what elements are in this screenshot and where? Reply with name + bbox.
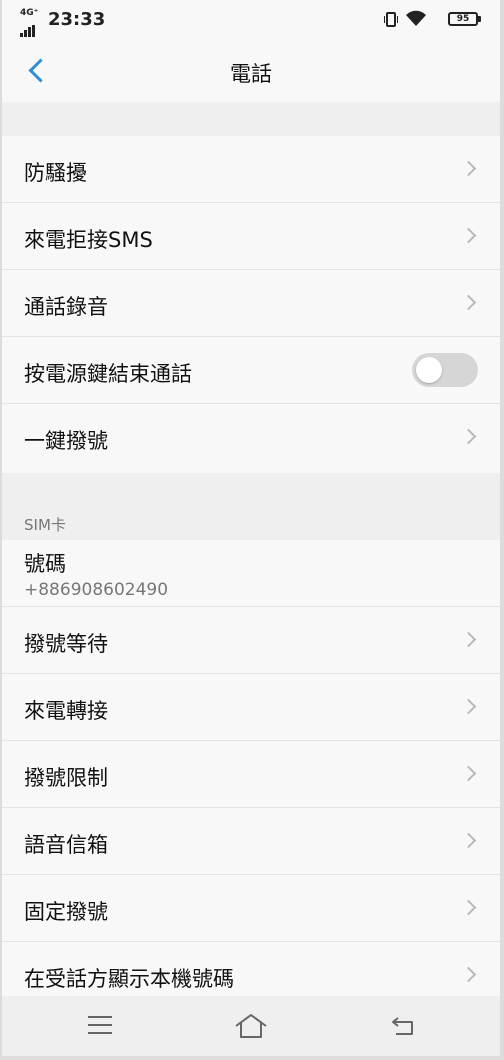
- chevron-right-icon: [460, 899, 477, 916]
- section-header-sim: SIM卡: [2, 473, 500, 540]
- settings-item-speed-dial[interactable]: 一鍵撥號: [2, 404, 500, 471]
- return-icon[interactable]: [390, 1014, 416, 1038]
- section-spacer: [2, 102, 500, 136]
- network-type: 4G⁺: [20, 8, 39, 18]
- chevron-right-icon: [460, 631, 477, 648]
- settings-item-fixed-dialing[interactable]: 固定撥號: [2, 875, 500, 942]
- settings-item-label: 一鍵撥號: [24, 429, 108, 453]
- settings-item-label: 防騷擾: [24, 161, 87, 185]
- system-nav-bar: [2, 996, 500, 1056]
- cellular-signal-icon: 4G⁺: [20, 8, 44, 37]
- chevron-right-icon: [460, 160, 477, 177]
- vibrate-icon: [384, 12, 398, 27]
- settings-item-label: 通話錄音: [24, 295, 108, 319]
- power-key-end-call-toggle[interactable]: [412, 353, 478, 387]
- section-title: SIM卡: [24, 516, 66, 534]
- settings-item-call-waiting[interactable]: 撥號等待: [2, 607, 500, 674]
- app-bar: 電話: [2, 40, 500, 102]
- chevron-right-icon: [460, 227, 477, 244]
- settings-item-anti-harassment[interactable]: 防騷擾: [2, 136, 500, 203]
- chevron-right-icon: [460, 428, 477, 445]
- chevron-right-icon: [460, 698, 477, 715]
- wifi-icon: [406, 10, 426, 26]
- settings-item-label: 語音信箱: [24, 833, 108, 857]
- settings-item-label: 按電源鍵結束通話: [24, 362, 192, 386]
- status-bar: 4G⁺ 23:33 95: [2, 0, 500, 40]
- settings-list-sim: 號碼 +886908602490 撥號等待 來電轉接 撥號限制 語音信箱 固定撥…: [2, 540, 500, 1009]
- settings-item-call-recording[interactable]: 通話錄音: [2, 270, 500, 337]
- chevron-right-icon: [460, 832, 477, 849]
- settings-item-label: 固定撥號: [24, 900, 108, 924]
- phone-number-value: +886908602490: [24, 580, 169, 600]
- settings-item-label: 撥號限制: [24, 766, 108, 790]
- home-icon[interactable]: [234, 1012, 268, 1040]
- settings-item-label: 來電拒接SMS: [24, 228, 153, 252]
- settings-item-reject-sms[interactable]: 來電拒接SMS: [2, 203, 500, 270]
- chevron-right-icon: [460, 294, 477, 311]
- page-title: 電話: [230, 62, 272, 86]
- settings-item-voicemail[interactable]: 語音信箱: [2, 808, 500, 875]
- settings-item-call-forwarding[interactable]: 來電轉接: [2, 674, 500, 741]
- status-time: 23:33: [48, 9, 106, 30]
- settings-item-phone-number: 號碼 +886908602490: [2, 540, 500, 607]
- menu-icon[interactable]: [88, 1016, 112, 1036]
- chevron-right-icon: [460, 765, 477, 782]
- settings-item-label: 在受話方顯示本機號碼: [24, 967, 234, 991]
- settings-item-label: 撥號等待: [24, 632, 108, 656]
- battery-icon: 95: [448, 12, 481, 26]
- settings-item-label: 來電轉接: [24, 699, 108, 723]
- settings-list-general: 防騷擾 來電拒接SMS 通話錄音 按電源鍵結束通話 一鍵撥號: [2, 136, 500, 471]
- phone-number-label: 號碼: [24, 552, 66, 576]
- settings-item-power-key-end-call: 按電源鍵結束通話: [2, 337, 500, 404]
- settings-item-call-barring[interactable]: 撥號限制: [2, 741, 500, 808]
- chevron-right-icon: [460, 966, 477, 983]
- screen: 4G⁺ 23:33 95 電話 防騷擾 來電拒接SMS 通話錄音 按電源鍵結束通…: [2, 0, 500, 1056]
